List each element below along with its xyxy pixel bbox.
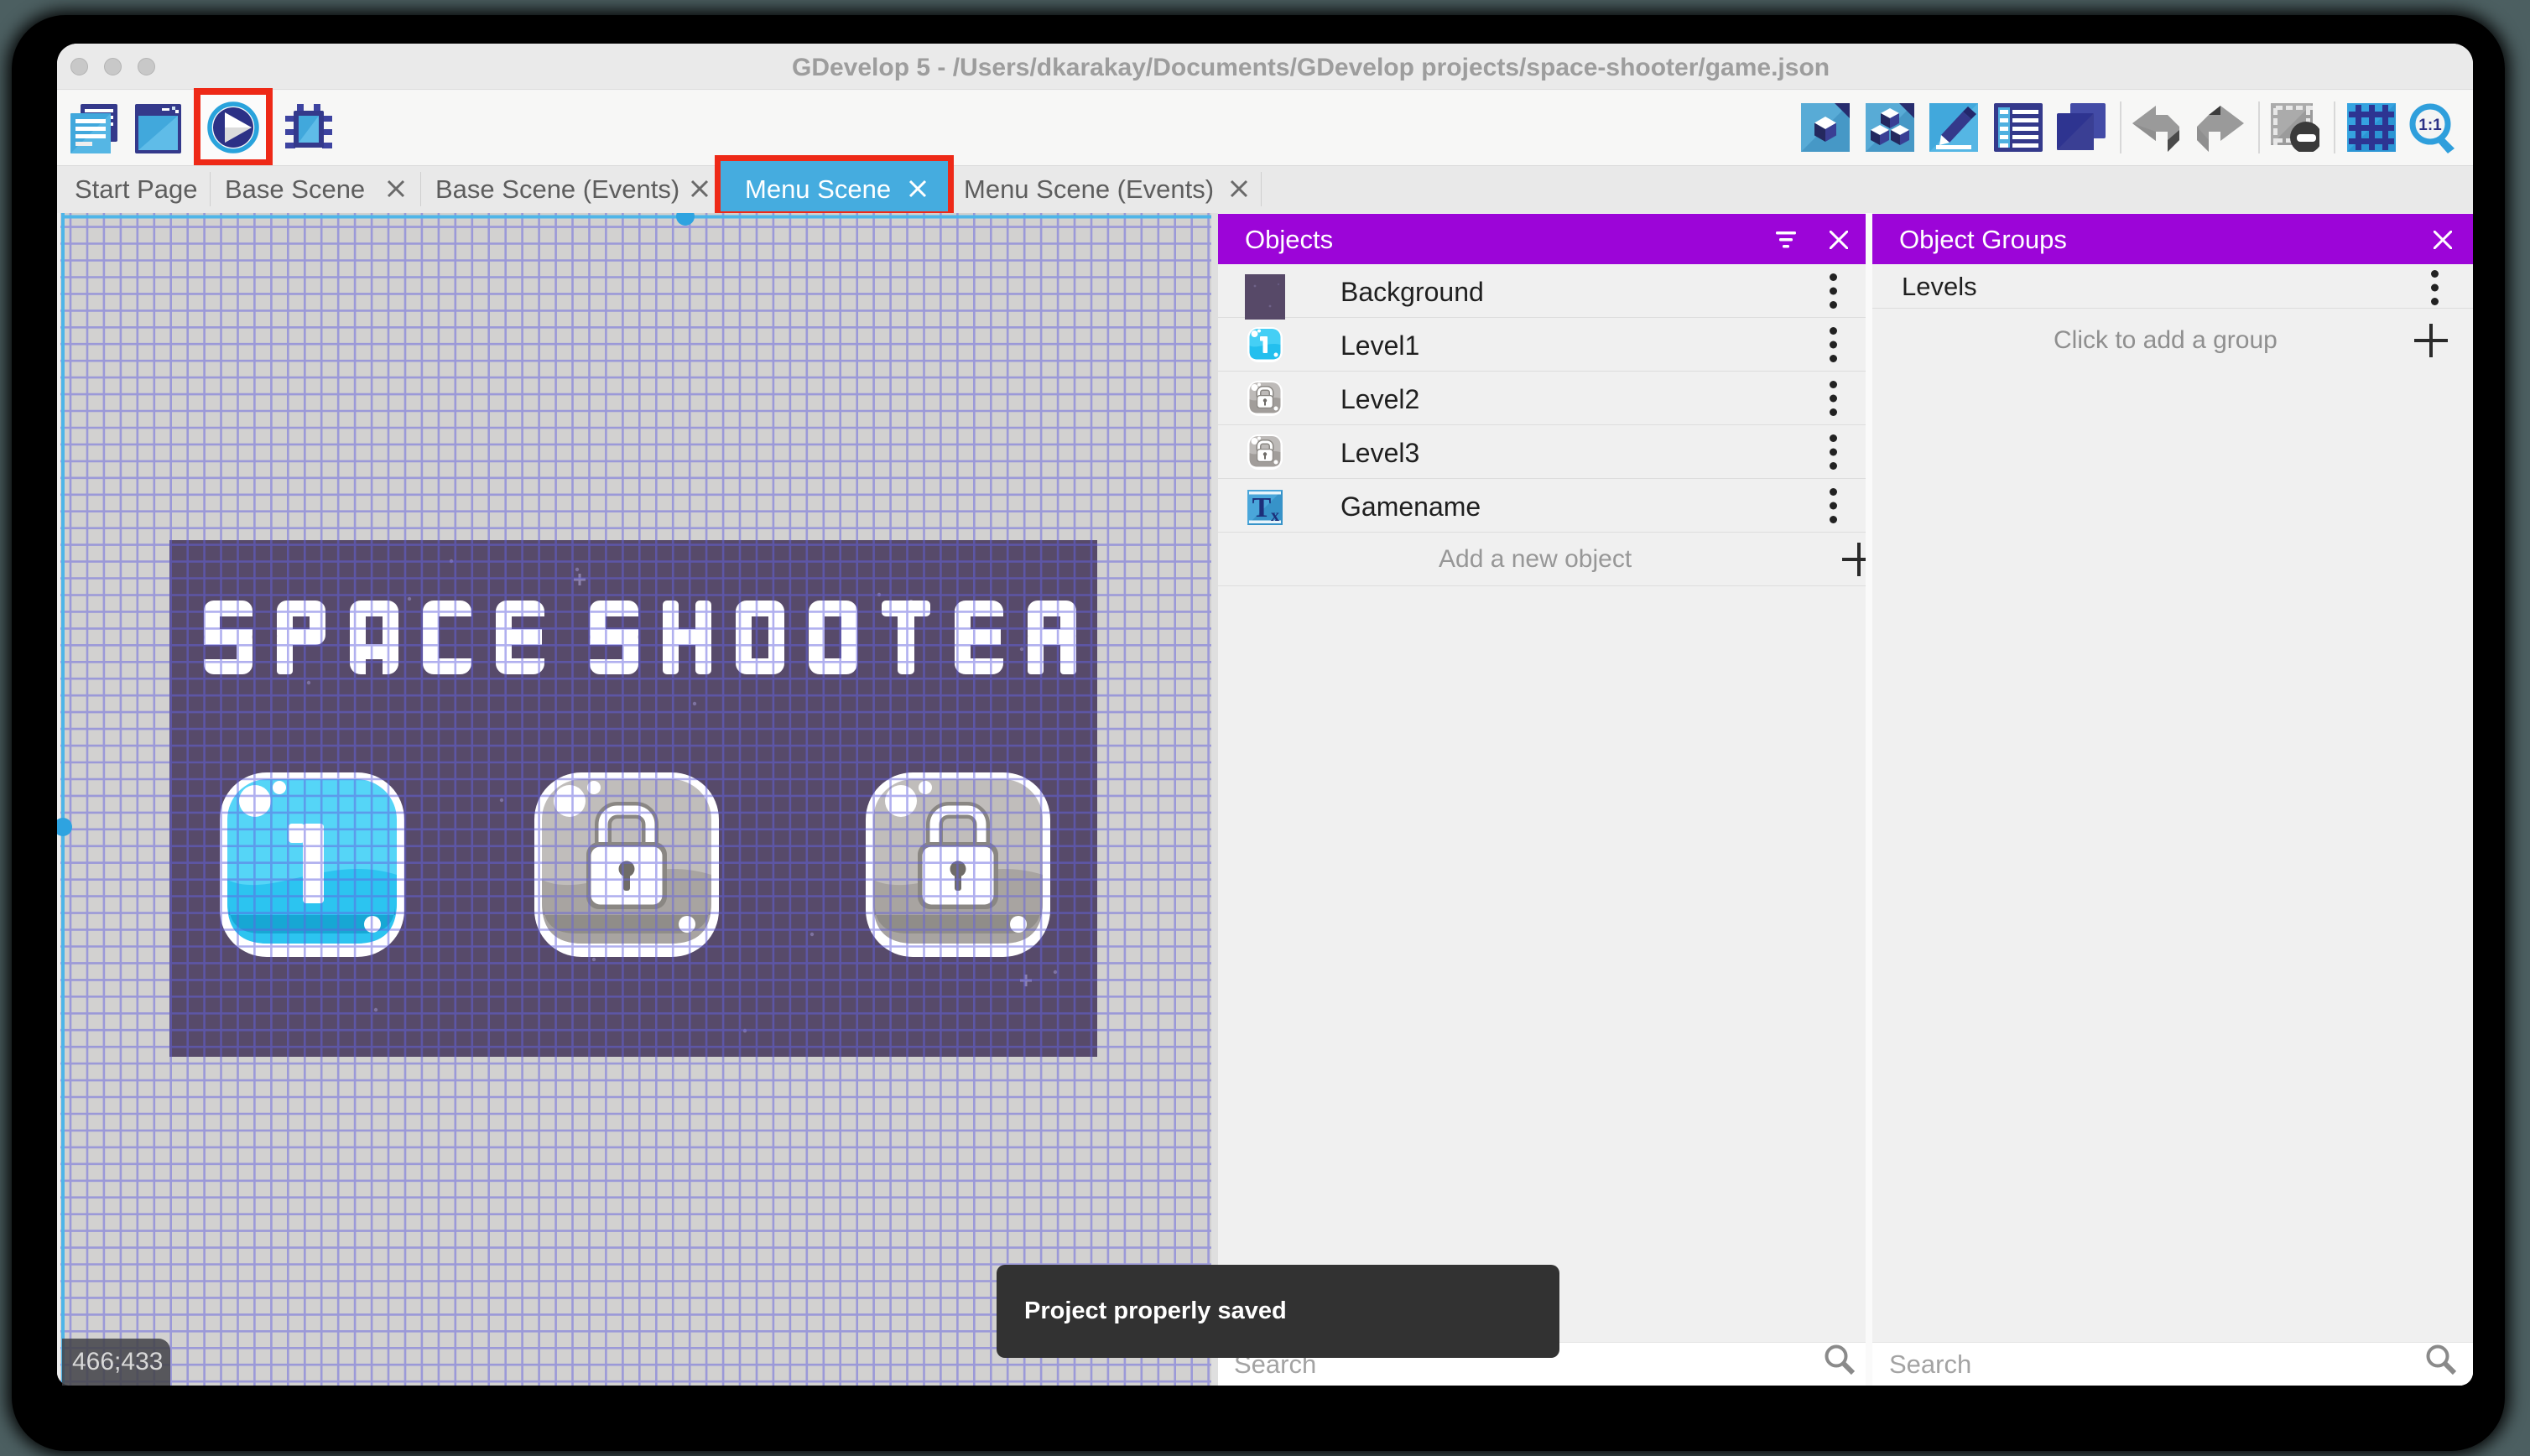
svg-text:x: x <box>1271 507 1279 525</box>
svg-text:T: T <box>1252 492 1272 523</box>
svg-text:1:1: 1:1 <box>2418 117 2442 134</box>
